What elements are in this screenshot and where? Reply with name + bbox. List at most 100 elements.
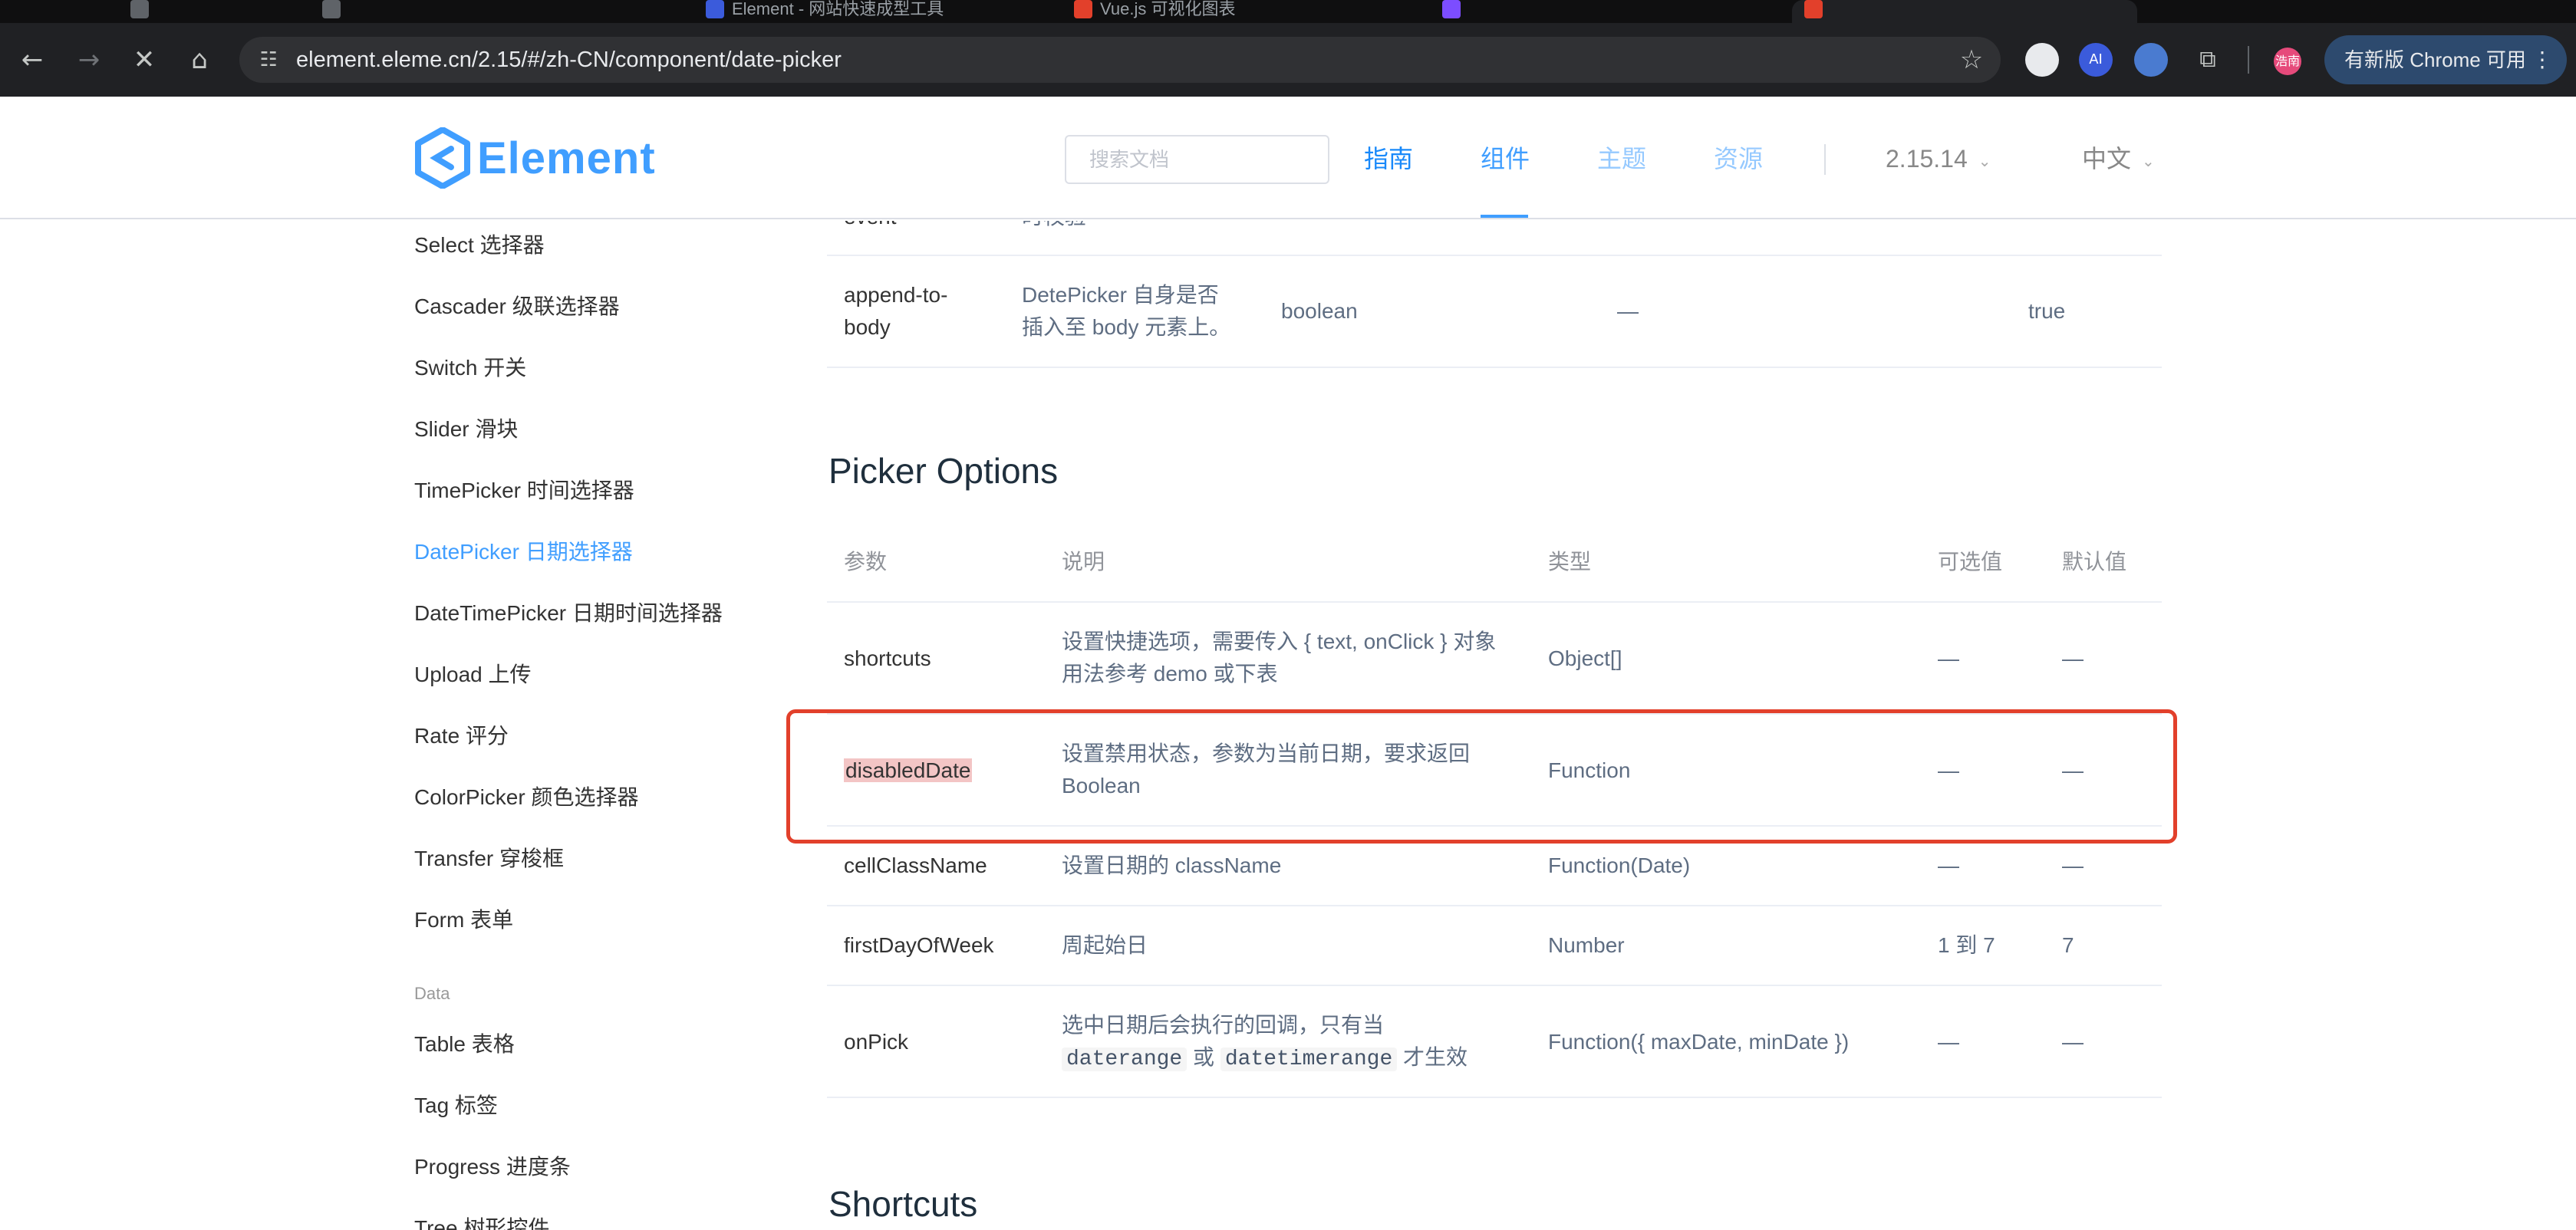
nav-resource[interactable]: 资源 bbox=[1714, 140, 1763, 178]
chevron-down-icon: ⌄ bbox=[1978, 151, 1991, 170]
option-default: — bbox=[2062, 1030, 2084, 1054]
option-default: — bbox=[2062, 853, 2084, 877]
option-default: — bbox=[2062, 646, 2084, 670]
browser-frame: Element - 网站快速成型工具 Vue.js 可视化图表 ← → ✕ ⌂ … bbox=[0, 0, 2576, 97]
favicon-icon bbox=[1074, 0, 1092, 18]
section-title-picker-options: Picker Options bbox=[828, 451, 1059, 491]
bookmark-star-icon[interactable]: ☆ bbox=[1955, 43, 1988, 77]
option-name: shortcuts bbox=[844, 646, 931, 670]
url-text[interactable]: element.eleme.cn/2.15/#/zh-CN/component/… bbox=[296, 37, 842, 83]
stop-icon[interactable]: ✕ bbox=[127, 43, 161, 77]
browser-tab[interactable] bbox=[130, 0, 222, 23]
sidebar-item-timepicker[interactable]: TimePicker 时间选择器 bbox=[414, 475, 634, 506]
table-header-desc: 说明 bbox=[1062, 550, 1105, 574]
browser-tab[interactable] bbox=[1442, 0, 1780, 23]
sidebar-item-table[interactable]: Table 表格 bbox=[414, 1029, 515, 1060]
sidebar-item-switch[interactable]: Switch 开关 bbox=[414, 353, 526, 383]
extension-icon[interactable] bbox=[2134, 43, 2168, 77]
toolbar-divider bbox=[2248, 46, 2249, 74]
home-icon[interactable]: ⌂ bbox=[183, 43, 216, 77]
language-value: 中文 bbox=[2082, 145, 2132, 173]
component-sidebar: Select 选择器 Cascader 级联选择器 Switch 开关 Slid… bbox=[414, 221, 767, 1230]
sidebar-item-slider[interactable]: Slider 滑块 bbox=[414, 414, 518, 445]
attr-options: — bbox=[1617, 299, 1639, 323]
attr-name: event bbox=[844, 221, 897, 233]
option-type: Function(Date) bbox=[1548, 853, 1691, 877]
option-name: cellClassName bbox=[844, 853, 987, 877]
sidebar-item-rate[interactable]: Rate 评分 bbox=[414, 721, 509, 751]
favicon-icon bbox=[1804, 0, 1823, 18]
sidebar-item-cascader[interactable]: Cascader 级联选择器 bbox=[414, 291, 620, 322]
attr-default: true bbox=[2028, 299, 2066, 323]
option-desc: 设置日期的 className bbox=[1062, 853, 1282, 877]
option-desc-line: 选中日期后会执行的回调，只有当 bbox=[1062, 1013, 1385, 1037]
sidebar-item-tree[interactable]: Tree 树形控件 bbox=[414, 1213, 549, 1230]
sidebar-item-progress[interactable]: Progress 进度条 bbox=[414, 1152, 571, 1182]
sidebar-item-tag[interactable]: Tag 标签 bbox=[414, 1090, 498, 1121]
nav-theme[interactable]: 主题 bbox=[1597, 140, 1646, 178]
browser-tab[interactable]: Element - 网站快速成型工具 bbox=[706, 0, 1043, 23]
table-header-type: 类型 bbox=[1548, 550, 1592, 574]
option-values: — bbox=[1938, 853, 1959, 877]
attr-desc-line: 插入至 body 元素上。 bbox=[1022, 315, 1231, 339]
table-header-param: 参数 bbox=[844, 550, 888, 574]
sidebar-item-colorpicker[interactable]: ColorPicker 颜色选择器 bbox=[414, 782, 638, 813]
element-logo[interactable]: Element bbox=[414, 127, 655, 189]
tab-title: Element - 网站快速成型工具 bbox=[732, 0, 944, 18]
attr-name-line: body bbox=[844, 315, 891, 339]
extensions-puzzle-icon[interactable]: ⧉ bbox=[2191, 43, 2225, 77]
doc-search-input[interactable]: 搜索文档 bbox=[1065, 135, 1329, 184]
browser-tab[interactable]: Vue.js 可视化图表 bbox=[1074, 0, 1412, 23]
sidebar-item-datepicker[interactable]: DatePicker 日期选择器 bbox=[414, 537, 633, 567]
option-name: firstDayOfWeek bbox=[844, 933, 994, 957]
attr-type: boolean bbox=[1281, 299, 1358, 323]
favicon-icon bbox=[130, 0, 149, 18]
section-title-shortcuts: Shortcuts bbox=[828, 1184, 978, 1224]
option-desc: 周起始日 bbox=[1062, 933, 1148, 957]
browser-tab[interactable] bbox=[322, 0, 660, 23]
forward-icon[interactable]: → bbox=[72, 43, 106, 77]
update-chrome-button[interactable]: 有新版 Chrome 可用 ⋮ bbox=[2324, 35, 2567, 84]
browser-tab-active[interactable] bbox=[1792, 0, 2137, 23]
sidebar-item-upload[interactable]: Upload 上传 bbox=[414, 659, 532, 690]
desc-text: 或 bbox=[1193, 1045, 1215, 1069]
sidebar-item-datetimepicker[interactable]: DateTimePicker 日期时间选择器 bbox=[414, 598, 723, 629]
nav-component[interactable]: 组件 bbox=[1481, 140, 1530, 178]
option-default: 7 bbox=[2062, 933, 2074, 957]
table-divider bbox=[827, 255, 2162, 256]
option-type: Number bbox=[1548, 933, 1625, 957]
site-info-icon[interactable]: ☷ bbox=[253, 44, 284, 75]
element-logo-icon bbox=[415, 127, 470, 189]
sidebar-item-select[interactable]: Select 选择器 bbox=[414, 230, 545, 261]
attr-desc: 时校验 bbox=[1022, 221, 1086, 233]
table-header-options: 可选值 bbox=[1938, 550, 2003, 574]
sidebar-item-transfer[interactable]: Transfer 穿梭框 bbox=[414, 844, 564, 874]
browser-toolbar: ← → ✕ ⌂ ☷ element.eleme.cn/2.15/#/zh-CN/… bbox=[0, 23, 2576, 97]
tab-strip: Element - 网站快速成型工具 Vue.js 可视化图表 bbox=[0, 0, 2576, 23]
more-menu-icon[interactable]: ⋮ bbox=[2532, 35, 2553, 84]
nav-guide[interactable]: 指南 bbox=[1364, 140, 1413, 178]
option-values: — bbox=[1938, 646, 1959, 670]
attr-desc-line: DetePicker 自身是否 bbox=[1022, 283, 1219, 307]
favicon-icon bbox=[706, 0, 724, 18]
sidebar-item-form[interactable]: Form 表单 bbox=[414, 905, 513, 936]
option-desc-line: 设置快捷选项，需要传入 { text, onClick } 对象 bbox=[1062, 630, 1497, 653]
nav-active-indicator bbox=[1481, 215, 1528, 218]
logo-text: Element bbox=[477, 133, 656, 183]
language-select[interactable]: 中文 ⌄ bbox=[2082, 140, 2155, 180]
profile-circle-icon[interactable] bbox=[2025, 43, 2059, 77]
back-icon[interactable]: ← bbox=[15, 43, 49, 77]
code-datetimerange: datetimerange bbox=[1220, 1047, 1398, 1071]
profile-avatar[interactable]: 浩南 bbox=[2274, 48, 2301, 75]
version-select[interactable]: 2.15.14 ⌄ bbox=[1886, 140, 1991, 180]
favicon-icon bbox=[1442, 0, 1461, 18]
ai-extension-icon[interactable]: AI bbox=[2079, 43, 2113, 77]
desc-text: 才生效 bbox=[1403, 1045, 1468, 1069]
table-divider bbox=[827, 601, 2162, 603]
address-bar[interactable]: ☷ element.eleme.cn/2.15/#/zh-CN/componen… bbox=[239, 37, 2001, 83]
version-value: 2.15.14 bbox=[1886, 145, 1968, 173]
option-type: Function({ maxDate, minDate }) bbox=[1548, 1030, 1850, 1054]
option-desc-line: daterange 或 datetimerange 才生效 bbox=[1062, 1041, 1468, 1076]
sidebar-group-data: Data bbox=[414, 984, 450, 1003]
table-divider bbox=[827, 367, 2162, 368]
